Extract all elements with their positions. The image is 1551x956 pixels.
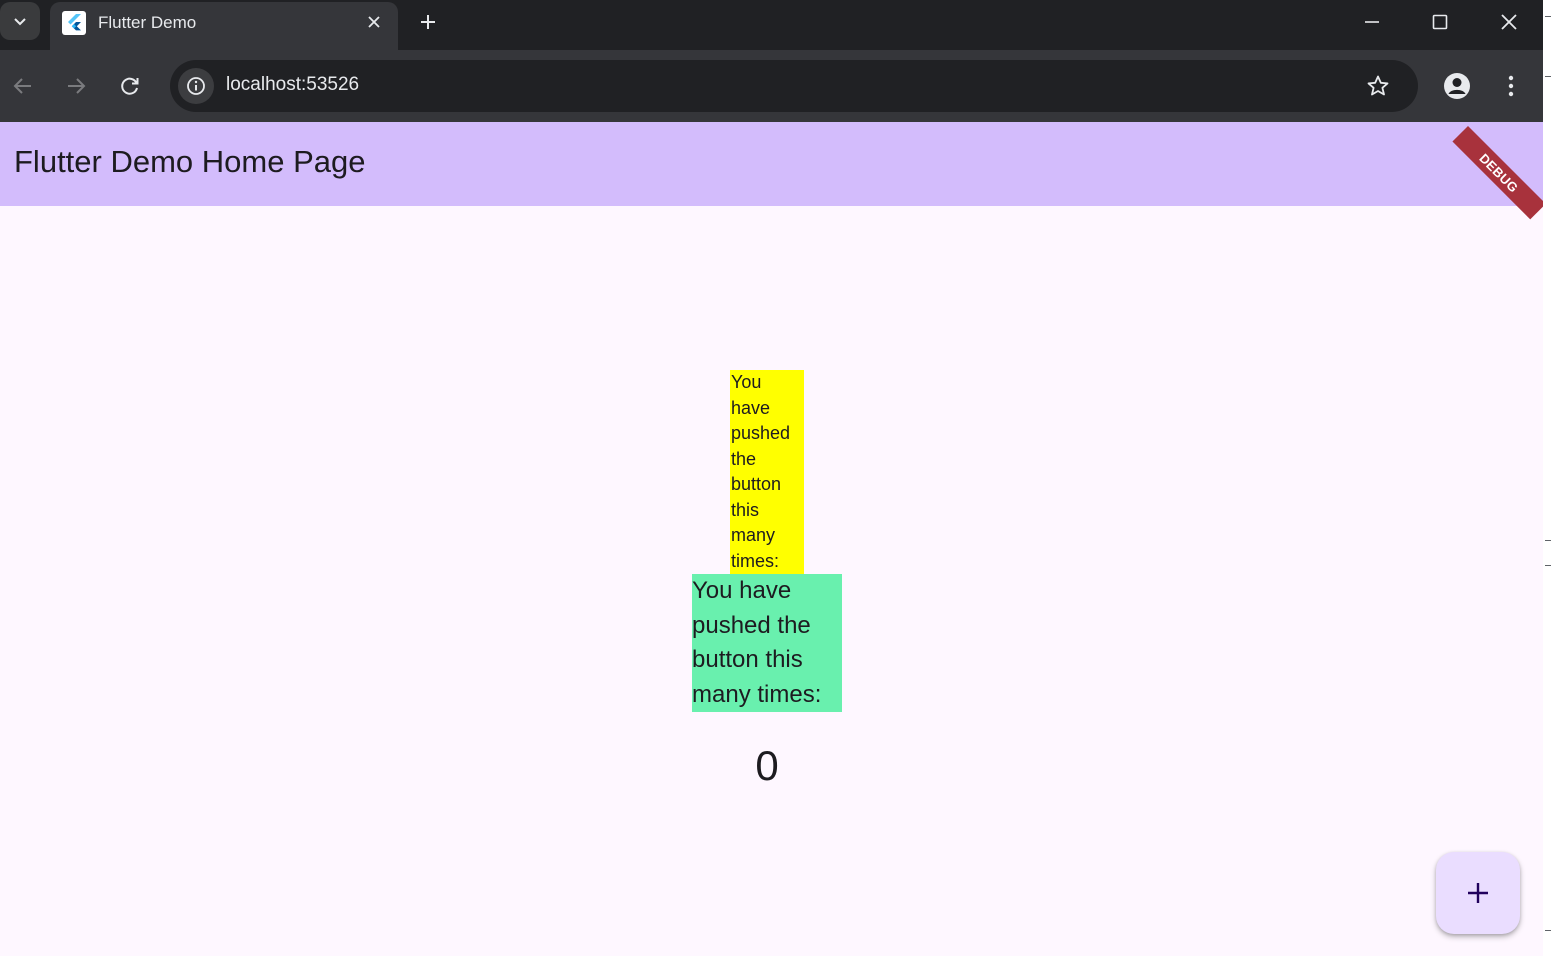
- message-large-box: You have pushed the button this many tim…: [692, 574, 842, 712]
- plus-icon: [421, 15, 435, 29]
- new-tab-button[interactable]: [414, 8, 442, 36]
- close-icon: [368, 16, 380, 28]
- forward-button[interactable]: [58, 68, 94, 104]
- url-text[interactable]: localhost:53526: [226, 74, 359, 96]
- close-window-button[interactable]: [1479, 4, 1539, 40]
- chevron-down-icon: [14, 18, 26, 26]
- reload-icon: [121, 77, 139, 95]
- account-icon: [1444, 73, 1470, 99]
- maximize-icon: [1432, 14, 1448, 30]
- arrow-left-icon: [13, 78, 31, 94]
- increment-button[interactable]: [1436, 852, 1520, 934]
- plus-icon: [1468, 883, 1488, 903]
- browser-window: Flutter Demo localhost:53526 Flutter Dem…: [0, 0, 1543, 956]
- edge-divider: [1545, 565, 1551, 566]
- bookmark-button[interactable]: [1364, 72, 1392, 100]
- flutter-app: Flutter Demo Home Page DEBUG You have pu…: [0, 122, 1543, 956]
- maximize-button[interactable]: [1410, 4, 1470, 40]
- back-button[interactable]: [5, 68, 41, 104]
- close-icon: [1501, 14, 1517, 30]
- edge-divider: [1545, 76, 1551, 77]
- star-icon: [1367, 75, 1389, 96]
- more-vertical-icon: [1508, 75, 1514, 97]
- tab-close-button[interactable]: [362, 10, 386, 34]
- edge-divider: [1545, 930, 1551, 931]
- profile-button[interactable]: [1437, 66, 1477, 106]
- browser-menu-button[interactable]: [1493, 66, 1529, 106]
- tab-flutter-demo[interactable]: Flutter Demo: [50, 2, 398, 50]
- app-bar: Flutter Demo Home Page: [0, 122, 1543, 206]
- minimize-icon: [1365, 21, 1379, 23]
- counter-value: 0: [755, 742, 779, 789]
- tab-title: Flutter Demo: [98, 13, 197, 32]
- minimize-button[interactable]: [1342, 4, 1402, 40]
- reload-button[interactable]: [112, 68, 148, 104]
- background-window-edge: [1543, 0, 1551, 956]
- tab-strip: Flutter Demo: [0, 0, 1543, 50]
- browser-toolbar: localhost:53526: [0, 50, 1543, 122]
- edge-divider: [1545, 540, 1551, 541]
- edge-divider: [1545, 16, 1551, 17]
- address-bar[interactable]: localhost:53526: [170, 60, 1418, 112]
- page-title: Flutter Demo Home Page: [14, 144, 366, 179]
- flutter-logo-icon: [62, 11, 86, 35]
- arrow-right-icon: [68, 78, 86, 94]
- site-info-button[interactable]: [178, 68, 214, 104]
- info-icon: [187, 77, 205, 95]
- message-small-box: You have pushed the button this many tim…: [730, 370, 804, 574]
- tab-search-button[interactable]: [0, 2, 40, 40]
